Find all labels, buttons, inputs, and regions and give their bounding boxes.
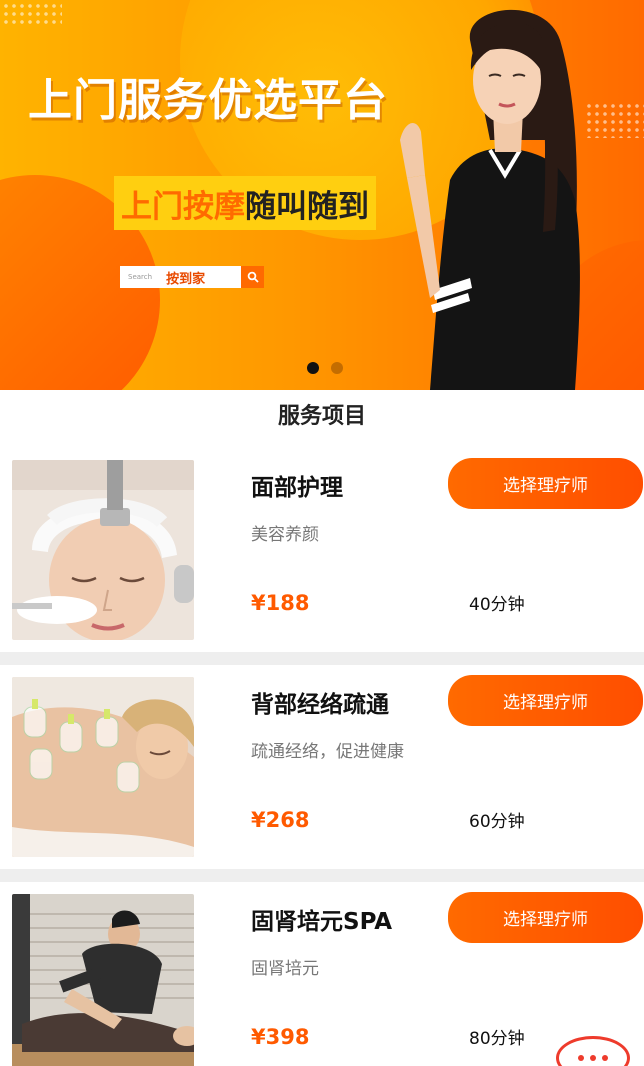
service-card[interactable]: 固肾培元SPA 固肾培元 ¥398 80分钟 选择理疗师 [0, 882, 644, 1066]
service-name: 固肾培元SPA [251, 909, 393, 935]
service-card[interactable]: 面部护理 美容养颜 ¥188 40分钟 选择理疗师 [0, 448, 644, 652]
banner-search-graphic: Search 按到家 [120, 266, 264, 288]
service-image-facial [12, 460, 194, 640]
chat-dot [590, 1055, 596, 1061]
pager-dot[interactable] [331, 362, 343, 374]
service-desc: 固肾培元 [251, 959, 319, 979]
chat-dot [578, 1055, 584, 1061]
banner-pager [307, 362, 343, 374]
service-duration: 40分钟 [469, 595, 525, 615]
banner-model-image [400, 9, 580, 390]
banner-decor-dots [2, 2, 62, 26]
service-duration: 80分钟 [469, 1029, 525, 1049]
slogan-highlight: 上门按摩 [121, 188, 245, 225]
service-name: 背部经络疏通 [251, 692, 389, 718]
service-card[interactable]: 背部经络疏通 疏通经络，促进健康 ¥268 60分钟 选择理疗师 [0, 665, 644, 869]
select-therapist-button[interactable]: 选择理疗师 [448, 892, 643, 943]
promo-banner[interactable]: 上门服务优选平台 上门按摩 随叫随到 Search 按到家 [0, 0, 644, 390]
select-therapist-button[interactable]: 选择理疗师 [448, 675, 643, 726]
banner-search-placeholder: Search [128, 273, 153, 281]
service-price: ¥398 [251, 1025, 310, 1049]
section-title: 服务项目 [277, 404, 366, 429]
service-desc: 美容养颜 [251, 525, 319, 545]
service-price: ¥188 [251, 591, 310, 615]
chat-dot [602, 1055, 608, 1061]
slogan-rest: 随叫随到 [245, 188, 369, 225]
select-therapist-button[interactable]: 选择理疗师 [448, 458, 643, 509]
service-price: ¥268 [251, 808, 310, 832]
banner-title: 上门服务优选平台 [28, 75, 388, 126]
service-image-spa [12, 894, 194, 1066]
search-icon [241, 266, 264, 288]
service-name: 面部护理 [251, 475, 343, 501]
service-image-back [12, 677, 194, 857]
service-duration: 60分钟 [469, 812, 525, 832]
pager-dot-active[interactable] [307, 362, 319, 374]
banner-search-brand: 按到家 [166, 271, 206, 287]
banner-slogan: 上门按摩 随叫随到 [114, 176, 376, 230]
banner-search-box: Search 按到家 [120, 266, 241, 288]
service-desc: 疏通经络，促进健康 [251, 742, 404, 762]
